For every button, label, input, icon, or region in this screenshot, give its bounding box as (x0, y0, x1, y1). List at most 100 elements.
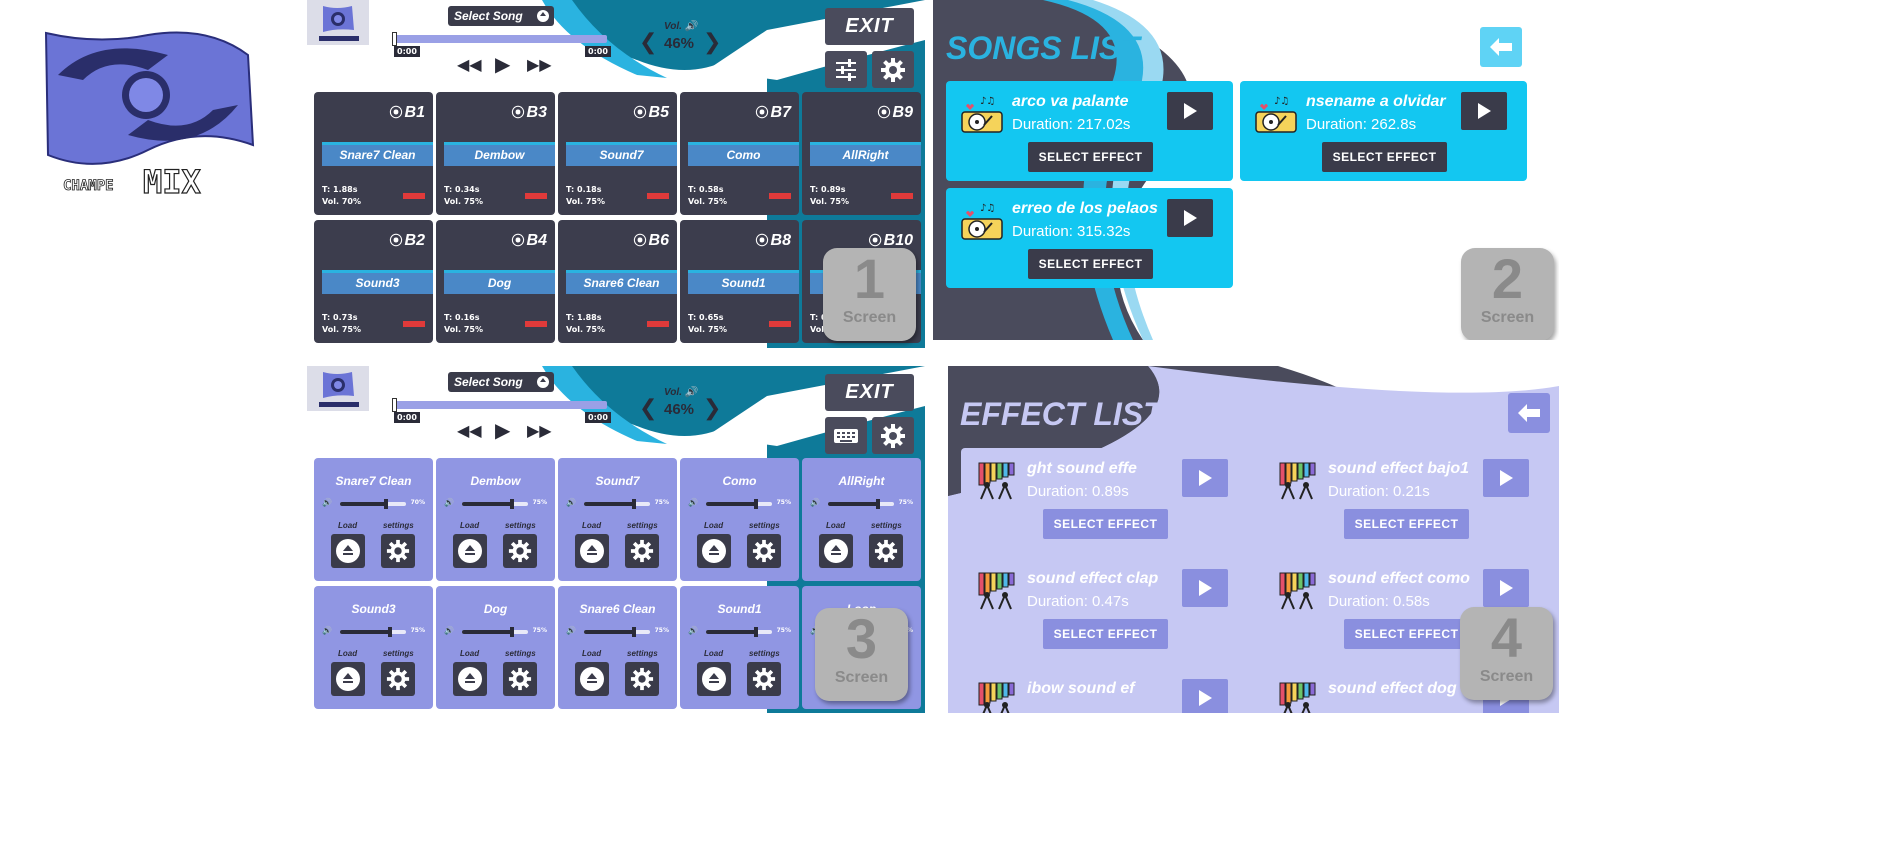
pad-settings-button[interactable] (503, 534, 537, 568)
play-icon[interactable]: ▶ (495, 418, 510, 442)
sound-pad[interactable]: ⦿ B1 Snare7 Clean T: 1.88s Vol. 70% (314, 92, 433, 215)
progress-knob[interactable] (392, 398, 397, 412)
slider-percent: 75% (654, 627, 669, 634)
slider-track[interactable] (828, 499, 894, 509)
volume-down-chevron-icon[interactable]: ❮ (639, 396, 657, 421)
select-effect-button[interactable]: SELECT EFFECT (1043, 509, 1168, 539)
volume-up-chevron-icon[interactable]: ❯ (703, 30, 721, 55)
volume-label: Vol. 🔊 (664, 387, 698, 398)
load-button[interactable] (331, 662, 365, 696)
pad-settings-button[interactable] (503, 662, 537, 696)
exit-button[interactable]: EXIT (825, 374, 914, 411)
play-icon[interactable]: ▶ (495, 52, 510, 76)
rewind-icon[interactable]: ◀◀ (457, 421, 482, 440)
slider-thumb[interactable] (875, 499, 880, 509)
select-song-button[interactable]: Select Song (448, 6, 554, 26)
select-effect-button[interactable]: SELECT EFFECT (1028, 142, 1153, 172)
volume-up-chevron-icon[interactable]: ❯ (703, 396, 721, 421)
rewind-icon[interactable]: ◀◀ (457, 55, 482, 74)
load-button[interactable] (697, 534, 731, 568)
pad-settings-button[interactable] (747, 662, 781, 696)
pad-settings-button[interactable] (381, 662, 415, 696)
exit-button[interactable]: EXIT (825, 8, 914, 45)
pad-volume: Vol. 75% (444, 325, 483, 334)
pad-volume-slider[interactable]: 🔊 70% (322, 498, 425, 510)
slider-percent: 75% (776, 627, 791, 634)
load-button[interactable] (697, 662, 731, 696)
sound-pad[interactable]: ⦿ B8 Sound1 T: 0.65s Vol. 75% (680, 220, 799, 343)
load-button[interactable] (819, 534, 853, 568)
progress-knob[interactable] (392, 32, 397, 46)
back-button[interactable] (1480, 27, 1522, 67)
slider-track[interactable] (340, 627, 406, 637)
slider-track[interactable] (340, 499, 406, 509)
slider-track[interactable] (584, 627, 650, 637)
slider-track[interactable] (706, 499, 772, 509)
slider-track[interactable] (462, 499, 528, 509)
fast-forward-icon[interactable]: ▶▶ (527, 55, 552, 74)
load-button[interactable] (331, 534, 365, 568)
fast-forward-icon[interactable]: ▶▶ (527, 421, 552, 440)
pad-sound-name: Snare6 Clean (566, 270, 677, 294)
play-button[interactable] (1483, 569, 1529, 607)
slider-track[interactable] (462, 627, 528, 637)
sound-pad[interactable]: ⦿ B6 Snare6 Clean T: 1.88s Vol. 75% (558, 220, 677, 343)
play-button[interactable] (1182, 679, 1228, 713)
slider-thumb[interactable] (753, 499, 758, 509)
settings-button[interactable] (872, 51, 914, 88)
mixer-button[interactable] (825, 51, 867, 88)
slider-thumb[interactable] (509, 499, 514, 509)
select-effect-button[interactable]: SELECT EFFECT (1028, 249, 1153, 279)
play-button[interactable] (1461, 92, 1507, 130)
pad-volume-slider[interactable]: 🔊 75% (566, 498, 669, 510)
play-button[interactable] (1167, 92, 1213, 130)
song-progress-bar[interactable] (392, 32, 607, 46)
pad-volume-slider[interactable]: 🔊 75% (322, 626, 425, 638)
slider-thumb[interactable] (753, 627, 758, 637)
keyboard-button[interactable] (825, 417, 867, 454)
song-progress-bar[interactable] (392, 398, 607, 412)
slider-thumb[interactable] (509, 627, 514, 637)
select-effect-button[interactable]: SELECT EFFECT (1322, 142, 1447, 172)
select-song-button[interactable]: Select Song (448, 372, 554, 392)
pad-volume-slider[interactable]: 🔊 75% (688, 498, 791, 510)
load-button[interactable] (575, 662, 609, 696)
play-button[interactable] (1483, 459, 1529, 497)
sound-pad[interactable]: ⦿ B2 Sound3 T: 0.73s Vol. 75% (314, 220, 433, 343)
back-button[interactable] (1508, 393, 1550, 433)
load-button[interactable] (453, 534, 487, 568)
pad-settings-button[interactable] (869, 534, 903, 568)
play-button[interactable] (1182, 569, 1228, 607)
pad-settings-button[interactable] (747, 534, 781, 568)
pad-volume-slider[interactable]: 🔊 75% (444, 626, 547, 638)
select-effect-button[interactable]: SELECT EFFECT (1043, 619, 1168, 649)
play-button[interactable] (1167, 199, 1213, 237)
pad-volume-slider[interactable]: 🔊 75% (444, 498, 547, 510)
pad-settings-button[interactable] (625, 534, 659, 568)
slider-thumb[interactable] (631, 627, 636, 637)
slider-thumb[interactable] (387, 627, 392, 637)
pad-volume-slider[interactable]: 🔊 75% (566, 626, 669, 638)
settings-button[interactable] (872, 417, 914, 454)
load-button[interactable] (575, 534, 609, 568)
slider-track[interactable] (584, 499, 650, 509)
load-button[interactable] (453, 662, 487, 696)
pad-volume-slider[interactable]: 🔊 75% (810, 498, 913, 510)
sound-pad[interactable]: ⦿ B5 Sound7 T: 0.18s Vol. 75% (558, 92, 677, 215)
speaker-icon: 🔊 (810, 498, 820, 507)
slider-track[interactable] (706, 627, 772, 637)
pad-settings-button[interactable] (381, 534, 415, 568)
slider-thumb[interactable] (631, 499, 636, 509)
pad-sound-name: AllRight (838, 474, 885, 488)
pad-volume-slider[interactable]: 🔊 75% (688, 626, 791, 638)
sound-pad[interactable]: ⦿ B4 Dog T: 0.16s Vol. 75% (436, 220, 555, 343)
sound-pad[interactable]: ⦿ B7 Como T: 0.58s Vol. 75% (680, 92, 799, 215)
select-effect-button[interactable]: SELECT EFFECT (1344, 619, 1469, 649)
select-effect-button[interactable]: SELECT EFFECT (1344, 509, 1469, 539)
slider-thumb[interactable] (384, 499, 389, 509)
volume-down-chevron-icon[interactable]: ❮ (639, 30, 657, 55)
pad-settings-button[interactable] (625, 662, 659, 696)
sound-pad[interactable]: ⦿ B9 AllRight T: 0.89s Vol. 75% (802, 92, 921, 215)
sound-pad[interactable]: ⦿ B3 Dembow T: 0.34s Vol. 75% (436, 92, 555, 215)
play-button[interactable] (1182, 459, 1228, 497)
